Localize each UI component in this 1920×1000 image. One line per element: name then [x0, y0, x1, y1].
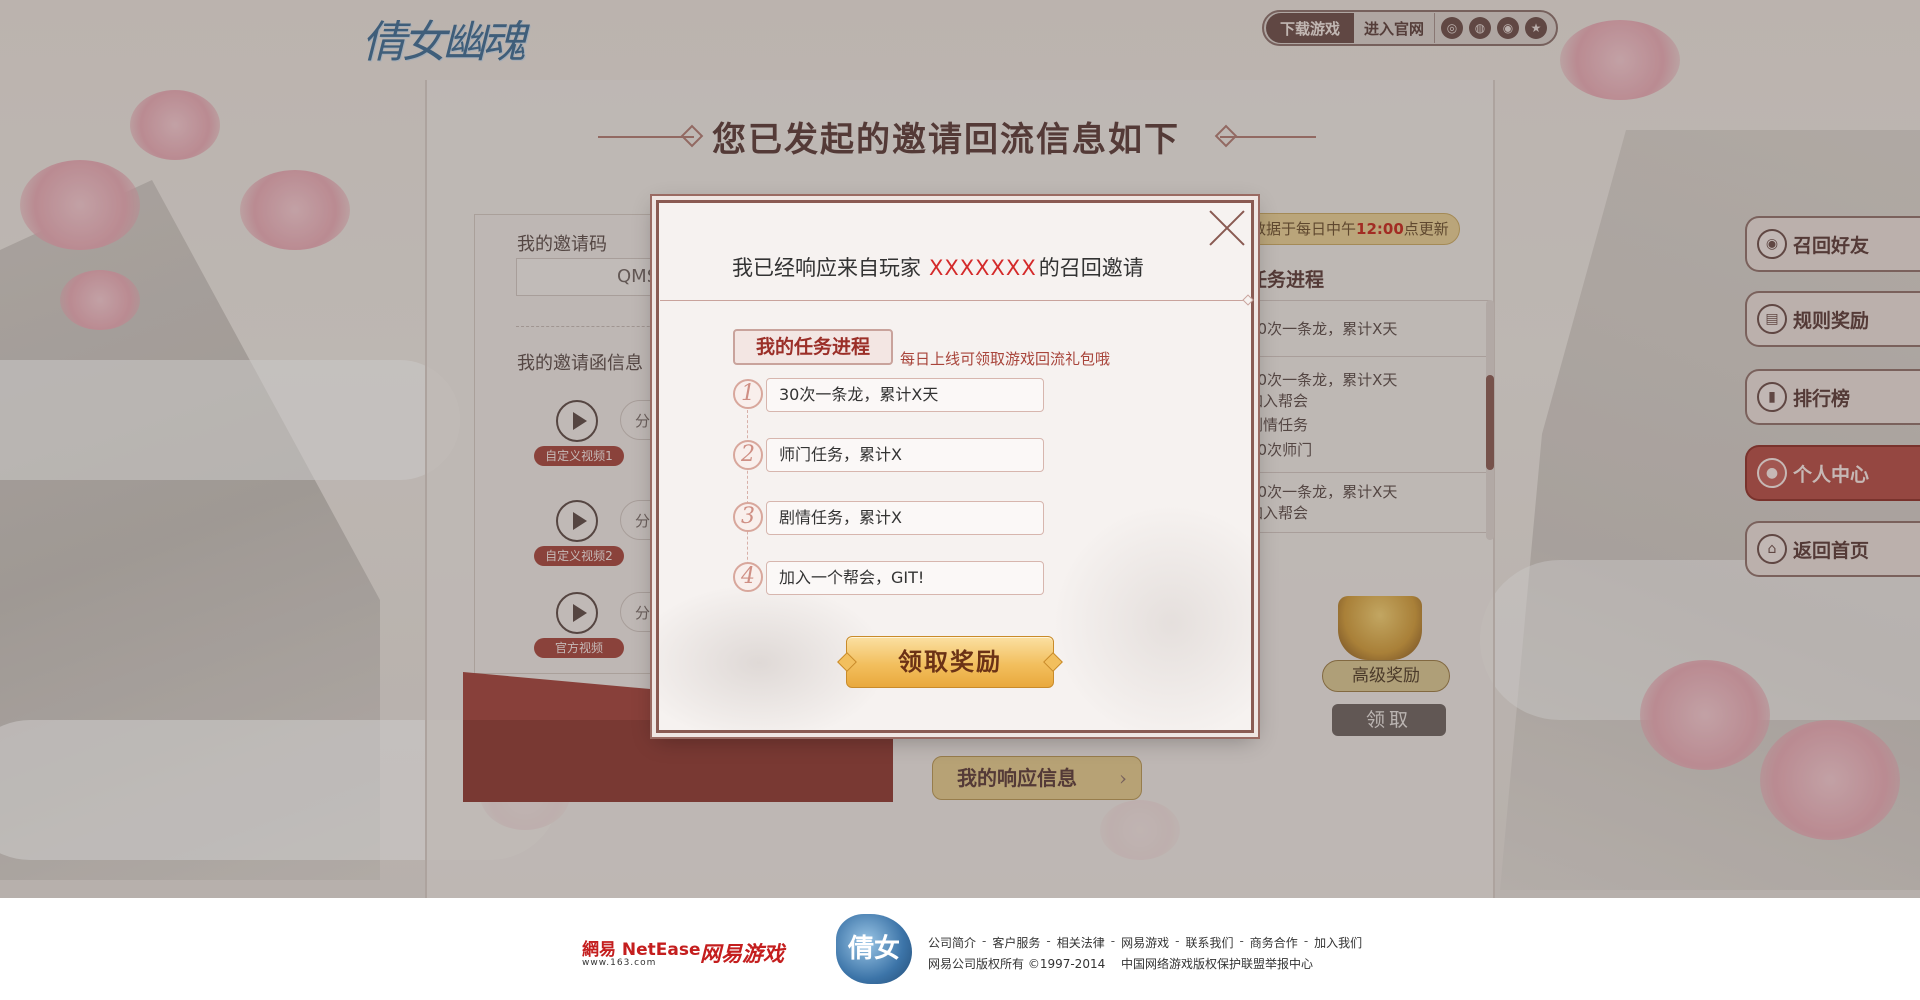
- netease-url: www.163.com: [582, 958, 657, 968]
- footer-link-join[interactable]: 加入我们: [1314, 934, 1362, 951]
- task-step: 加入一个帮会，GIT!: [766, 561, 1044, 595]
- modal-heading-suffix: 的召回邀请: [1038, 256, 1144, 280]
- task-step: 30次一条龙，累计X天: [766, 378, 1044, 412]
- footer-link-business[interactable]: 商务合作: [1250, 934, 1298, 951]
- step-number: 2: [733, 440, 763, 470]
- separator: -: [1110, 934, 1116, 948]
- modal-heading-prefix: 我已经响应来自玩家: [732, 256, 921, 280]
- copyright-text: 网易公司版权所有 ©1997-2014: [928, 957, 1106, 971]
- close-icon[interactable]: [1208, 208, 1248, 248]
- separator: -: [1303, 934, 1309, 948]
- my-task-progress-title: 我的任务进程: [733, 329, 893, 365]
- separator: -: [1046, 934, 1051, 948]
- report-center-link[interactable]: 中国网络游戏版权保护联盟举报中心: [1121, 955, 1313, 972]
- step-number: 4: [733, 562, 763, 592]
- separator: -: [982, 934, 987, 948]
- footer-link-contact[interactable]: 联系我们: [1185, 934, 1233, 951]
- step-number: 3: [733, 502, 763, 532]
- netease-games-logo[interactable]: 网易游戏: [700, 938, 784, 968]
- task-progress-subtitle: 每日上线可领取游戏回流礼包哦: [900, 350, 1111, 368]
- steps-connector: [747, 410, 748, 580]
- divider: [660, 300, 1250, 301]
- footer-link-games[interactable]: 网易游戏: [1121, 934, 1169, 951]
- footer-link-legal[interactable]: 相关法律: [1057, 934, 1105, 951]
- player-name: XXXXXXX: [929, 256, 1037, 280]
- separator: -: [1175, 934, 1180, 948]
- task-step: 师门任务，累计X: [766, 438, 1044, 472]
- step-number: 1: [733, 379, 763, 409]
- claim-reward-button[interactable]: 领取奖励: [846, 636, 1054, 688]
- footer-links: 公司简介 - 客户服务 - 相关法律 - 网易游戏 - 联系我们 - 商务合作 - 加入我们: [928, 934, 1362, 951]
- footer-link-support[interactable]: 客户服务: [992, 934, 1040, 951]
- ink-wash-decoration: [1051, 503, 1251, 730]
- netease-logo[interactable]: 網易 NetEase: [582, 935, 701, 960]
- task-step: 剧情任务，累计X: [766, 501, 1044, 535]
- footer-link-about[interactable]: 公司简介: [928, 934, 976, 951]
- separator: -: [1239, 934, 1244, 948]
- modal-heading: 我已经响应来自玩家 XXXXXXX的召回邀请: [732, 252, 1144, 282]
